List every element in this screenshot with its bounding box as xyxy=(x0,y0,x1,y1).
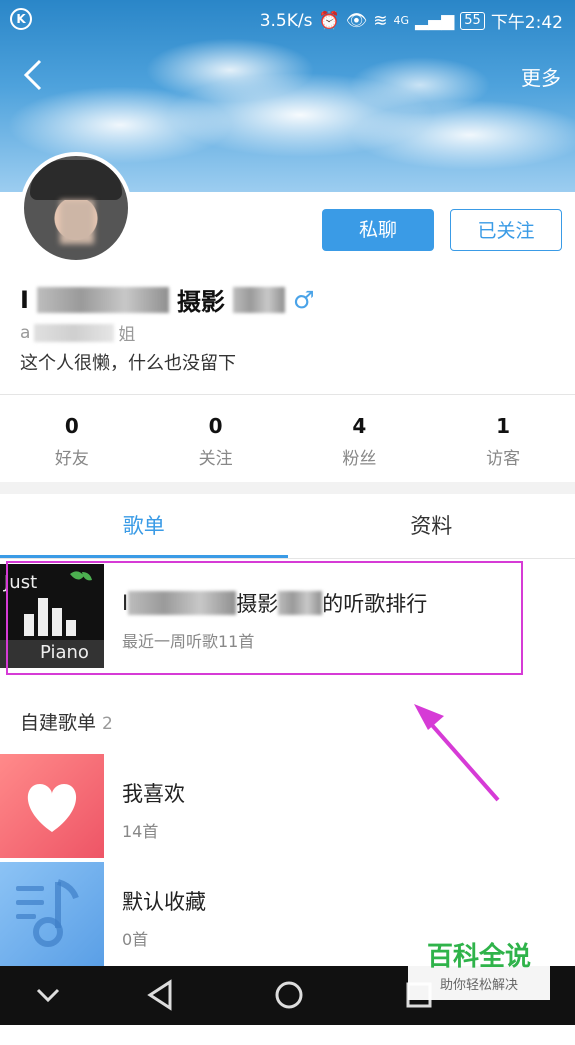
stats-bar: 0 好友 0 关注 4 粉丝 1 访客 xyxy=(0,396,575,480)
status-bar: K 3.5K/s ⏰ 👁 ≋ 4G ▂▄▆ 55 下午2:42 xyxy=(0,0,575,40)
following-button[interactable]: 已关注 xyxy=(450,209,562,251)
liked-cover xyxy=(0,754,104,858)
section-label: 自建歌单 xyxy=(20,712,96,734)
more-button[interactable]: 更多 xyxy=(521,62,561,91)
playlist-count: 14首 xyxy=(122,818,158,842)
stat-label: 访客 xyxy=(431,444,575,469)
stat-value: 0 xyxy=(0,414,144,438)
wifi-icon: ≋ xyxy=(373,11,387,31)
tab-playlists[interactable]: 歌单 xyxy=(0,494,288,558)
alarm-icon: ⏰ xyxy=(318,11,339,31)
profile-subtitle: a 姐 xyxy=(20,320,135,345)
name-mosaic xyxy=(233,287,285,313)
avatar[interactable] xyxy=(20,152,132,264)
avatar-cap xyxy=(30,160,122,200)
playlist-title: 默认收藏 xyxy=(122,886,206,916)
watermark-title: 百科全说 xyxy=(408,940,550,974)
watermark-subtitle: 助你轻松解决 xyxy=(408,974,550,993)
stat-visitors[interactable]: 1 访客 xyxy=(431,396,575,480)
stat-label: 好友 xyxy=(0,444,144,469)
network-speed: 3.5K/s xyxy=(260,11,313,31)
stat-fans[interactable]: 4 粉丝 xyxy=(288,396,432,480)
stat-friends[interactable]: 0 好友 xyxy=(0,396,144,480)
nav-home-button[interactable] xyxy=(274,966,304,1025)
battery-icon: 55 xyxy=(460,12,485,30)
stat-value: 4 xyxy=(288,414,432,438)
section-count: 2 xyxy=(102,714,113,734)
home-circle-icon xyxy=(274,966,304,1025)
highlight-box xyxy=(6,561,523,675)
subtitle-mosaic xyxy=(34,324,114,342)
avatar-face xyxy=(60,200,94,244)
name-prefix: I xyxy=(20,286,29,314)
nav-collapse-button[interactable] xyxy=(34,966,62,1025)
back-triangle-icon xyxy=(146,966,176,1025)
subtitle-suffix: 姐 xyxy=(118,320,135,345)
chevron-down-icon xyxy=(34,966,62,1025)
tab-info[interactable]: 资料 xyxy=(288,494,575,558)
chevron-left-icon xyxy=(22,58,44,92)
subtitle-prefix: a xyxy=(20,323,30,343)
signal-icon: ▂▄▆ xyxy=(415,11,454,31)
divider xyxy=(0,394,575,395)
eye-icon: 👁 xyxy=(346,11,368,31)
profile-tabs: 歌单 资料 xyxy=(0,494,575,558)
watermark: 百科全说 助你轻松解决 xyxy=(408,940,550,1000)
playlist-count: 0首 xyxy=(122,926,148,950)
back-button[interactable] xyxy=(22,58,44,98)
nav-back-button[interactable] xyxy=(146,966,176,1025)
name-visible: 摄影 xyxy=(177,282,225,317)
app-notification-icon: K xyxy=(10,8,32,30)
stat-following[interactable]: 0 关注 xyxy=(144,396,288,480)
self-created-playlists-heading: 自建歌单 2 xyxy=(20,708,113,735)
stat-label: 关注 xyxy=(144,444,288,469)
male-gender-icon: ♂ xyxy=(293,286,315,314)
profile-bio: 这个人很懒，什么也没留下 xyxy=(20,349,236,375)
name-mosaic xyxy=(37,287,169,313)
playlist-row[interactable]: 我喜欢 14首 xyxy=(0,754,575,858)
divider xyxy=(0,558,575,559)
clock: 下午2:42 xyxy=(491,8,563,33)
profile-name: I 摄影 ♂ xyxy=(20,282,314,317)
playlist-title: 我喜欢 xyxy=(122,778,185,808)
stat-label: 粉丝 xyxy=(288,444,432,469)
heart-icon xyxy=(0,754,104,858)
default-favorites-cover xyxy=(0,862,104,966)
music-note-icon xyxy=(0,862,104,966)
stat-value: 1 xyxy=(431,414,575,438)
section-gap xyxy=(0,482,575,494)
stat-value: 0 xyxy=(144,414,288,438)
private-message-button[interactable]: 私聊 xyxy=(322,209,434,251)
network-type: 4G xyxy=(394,14,410,27)
